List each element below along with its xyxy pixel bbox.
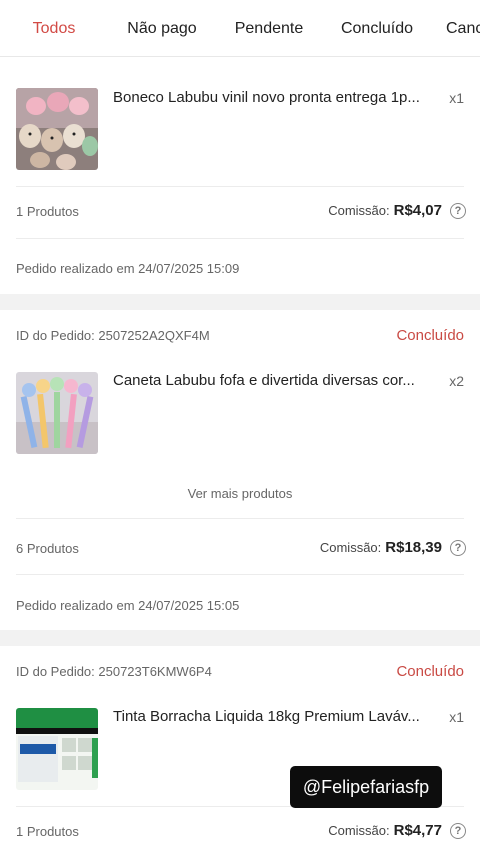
commission-value: R$18,39 xyxy=(385,539,442,556)
product-quantity: x1 xyxy=(449,709,464,725)
product-quantity: x2 xyxy=(449,373,464,389)
commission-label: Comissão: xyxy=(328,203,390,218)
divider xyxy=(16,574,464,575)
order-card[interactable]: ID do Pedido: 250723T6KMW6P4 Concluído T… xyxy=(0,646,480,854)
labubu-pen-image xyxy=(16,372,98,454)
status-badge: Concluído xyxy=(396,327,464,344)
commission-value: R$4,07 xyxy=(393,202,442,219)
tab-label: Concluído xyxy=(340,20,414,37)
labubu-doll-image xyxy=(16,88,98,170)
tab-todos[interactable]: Todos xyxy=(0,0,108,57)
products-count: 1 Produtos xyxy=(16,824,79,839)
product-thumbnail xyxy=(16,708,98,790)
card-separator xyxy=(0,630,480,646)
status-badge: Concluído xyxy=(396,663,464,680)
info-icon[interactable]: ? xyxy=(450,202,466,219)
commission: Comissão: R$4,07 ? xyxy=(328,202,466,219)
order-date: Pedido realizado em 24/07/2025 15:09 xyxy=(16,261,240,276)
commission-value: R$4,77 xyxy=(393,822,442,839)
product-thumbnail xyxy=(16,88,98,170)
tab-label: Todos xyxy=(32,20,76,37)
order-date: Pedido realizado em 24/07/2025 15:05 xyxy=(16,598,240,613)
order-status-tabs: Todos Não pago Pendente Concluído Canc xyxy=(0,0,480,57)
commission-label: Comissão: xyxy=(328,823,390,838)
order-card[interactable]: ID do Pedido: 2507252A2QXF4M Concluído C… xyxy=(0,310,480,630)
see-more-products-link[interactable]: Ver mais produtos xyxy=(0,486,480,501)
products-count: 1 Produtos xyxy=(16,204,79,219)
order-id: ID do Pedido: 250723T6KMW6P4 xyxy=(16,664,212,679)
active-tab-indicator xyxy=(0,56,108,57)
tab-label: Não pago xyxy=(127,20,197,37)
product-name: Caneta Labubu fofa e divertida diversas … xyxy=(113,372,415,389)
product-name: Tinta Borracha Liquida 18kg Premium Lavá… xyxy=(113,708,420,725)
tab-nao-pago[interactable]: Não pago xyxy=(108,0,216,56)
paint-product-image xyxy=(16,708,98,790)
divider xyxy=(16,238,464,239)
info-icon[interactable]: ? xyxy=(450,822,466,839)
order-card[interactable]: Boneco Labubu vinil novo pronta entrega … xyxy=(0,58,480,294)
watermark-label: @Felipefariasfp xyxy=(290,766,442,808)
tab-concluido[interactable]: Concluído xyxy=(326,0,428,56)
product-thumbnail xyxy=(16,372,98,454)
product-name: Boneco Labubu vinil novo pronta entrega … xyxy=(113,89,420,106)
info-icon[interactable]: ? xyxy=(450,539,466,556)
product-quantity: x1 xyxy=(449,90,464,106)
commission-label: Comissão: xyxy=(319,540,382,555)
order-id: ID do Pedido: 2507252A2QXF4M xyxy=(16,328,210,343)
commission: Comissão: R$18,39 ? xyxy=(320,539,466,556)
divider xyxy=(16,186,464,187)
divider xyxy=(16,518,464,519)
tab-label: Pendente xyxy=(234,20,304,37)
tab-cancelado[interactable]: Canc xyxy=(446,0,480,56)
tab-pendente[interactable]: Pendente xyxy=(216,0,322,56)
tab-label: Canc xyxy=(446,20,480,37)
products-count: 6 Produtos xyxy=(16,541,79,556)
card-separator xyxy=(0,294,480,310)
commission: Comissão: R$4,77 ? xyxy=(328,822,466,839)
